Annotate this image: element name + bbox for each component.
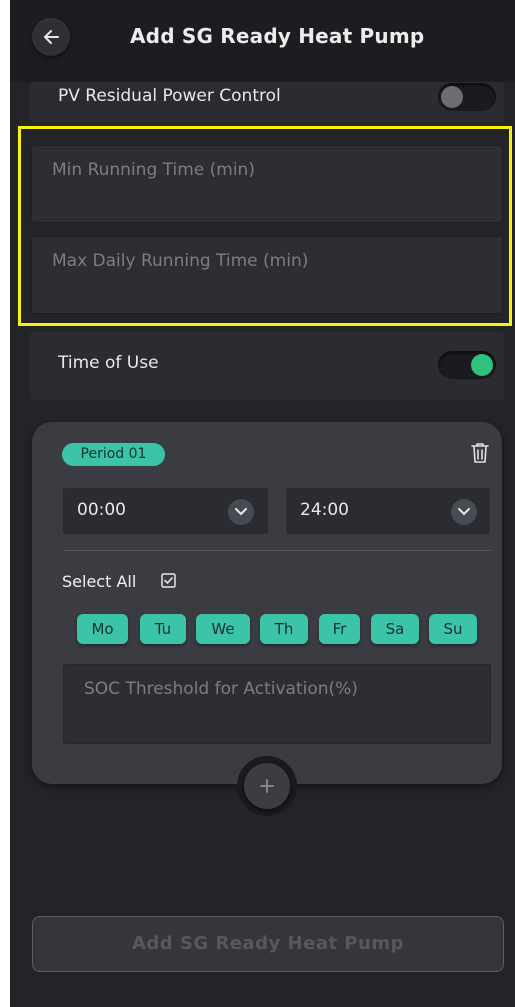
end-time-select[interactable]: 24:00 — [286, 488, 490, 534]
app-screen: Add SG Ready Heat Pump PV Residual Power… — [10, 0, 515, 1007]
toggle-knob — [471, 354, 493, 376]
time-of-use-row: Time of Use — [30, 332, 504, 400]
add-period-button[interactable] — [237, 756, 297, 816]
period-badge: Period 01 — [62, 443, 165, 466]
day-chip-sa[interactable]: Sa — [371, 614, 419, 644]
divider — [64, 550, 492, 551]
pv-residual-label: PV Residual Power Control — [58, 86, 281, 106]
pv-residual-row: PV Residual Power Control — [30, 82, 504, 122]
day-chip-we[interactable]: We — [196, 614, 250, 644]
soc-threshold-placeholder: SOC Threshold for Activation(%) — [84, 679, 358, 699]
back-button[interactable] — [32, 18, 70, 56]
soc-threshold-input[interactable]: SOC Threshold for Activation(%) — [63, 664, 491, 744]
chevron-down-icon — [451, 499, 477, 525]
period-card: Period 01 00:00 24:00 Select All Mo Tu W… — [32, 422, 502, 784]
chevron-down-icon — [228, 499, 254, 525]
day-chip-fr[interactable]: Fr — [319, 614, 360, 644]
header-bar: Add SG Ready Heat Pump — [10, 0, 515, 82]
arrow-left-icon — [44, 30, 59, 44]
checkbox-checked-icon[interactable] — [161, 573, 176, 588]
day-chip-mo[interactable]: Mo — [77, 614, 128, 644]
select-all-label[interactable]: Select All — [62, 572, 136, 591]
highlight-box — [18, 126, 512, 326]
day-chip-th[interactable]: Th — [260, 614, 308, 644]
start-time-value: 00:00 — [77, 500, 126, 520]
time-of-use-label: Time of Use — [58, 353, 159, 373]
time-of-use-toggle[interactable] — [438, 351, 496, 379]
plus-icon — [260, 779, 274, 793]
toggle-knob — [441, 86, 463, 108]
day-chip-tu[interactable]: Tu — [140, 614, 186, 644]
start-time-select[interactable]: 00:00 — [63, 488, 268, 534]
page-title: Add SG Ready Heat Pump — [130, 24, 425, 48]
end-time-value: 24:00 — [300, 500, 349, 520]
day-chip-su[interactable]: Su — [429, 614, 477, 644]
pv-residual-toggle[interactable] — [438, 83, 496, 111]
add-heat-pump-button[interactable]: Add SG Ready Heat Pump — [32, 916, 504, 972]
add-period-inner — [244, 763, 290, 809]
trash-icon[interactable] — [470, 442, 490, 464]
